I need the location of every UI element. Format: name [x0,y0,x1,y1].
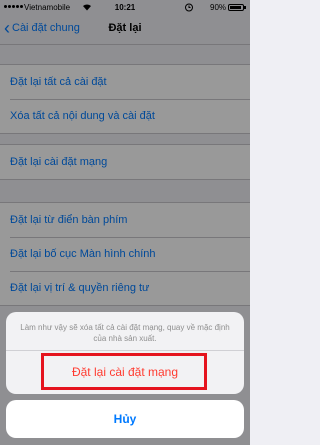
cancel-button[interactable]: Hủy [6,400,244,438]
reset-settings-screen: Vietnamobile 10:21 90% ‹ Cài đặt chung Đ… [0,0,250,445]
highlight-box [41,353,207,390]
action-sheet-message: Làm như vậy sẽ xóa tất cả cài đặt mạng, … [20,323,230,343]
